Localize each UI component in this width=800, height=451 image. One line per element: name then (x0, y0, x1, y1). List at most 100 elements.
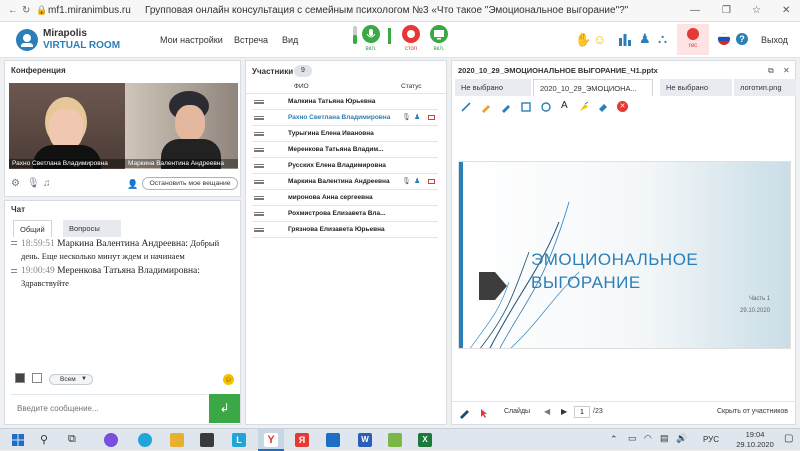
edge-icon[interactable] (138, 433, 152, 447)
video-tile-2[interactable]: Маркина Валентина Андреевна (125, 83, 238, 169)
emoji-icon[interactable]: ☺ (593, 32, 606, 47)
recipient-select[interactable]: Всем ▼ (49, 374, 93, 385)
word-icon[interactable]: W (358, 433, 372, 447)
network-tray-icon[interactable]: ▤ (660, 433, 669, 444)
participant-row[interactable]: Маркина Валентина Андреевна 🎙 ♟ (252, 174, 438, 190)
message-input[interactable] (11, 394, 207, 422)
close-icon[interactable]: ✕ (782, 5, 790, 16)
participant-row[interactable]: Турыгина Елена Ивановна (252, 126, 438, 142)
clear-icon[interactable]: ✕ (617, 101, 628, 112)
drag-handle-icon[interactable] (254, 196, 264, 200)
tab-not-selected-2[interactable]: Не выбрано (660, 79, 732, 96)
drag-handle-icon[interactable] (254, 148, 264, 152)
drag-handle-icon[interactable] (254, 100, 264, 104)
raise-hand-icon[interactable]: ✋ (575, 32, 591, 48)
participant-icon[interactable]: ♟ (639, 31, 651, 47)
fill-icon[interactable] (578, 101, 590, 113)
conference-title: Конференция (11, 66, 66, 75)
highlighter-icon[interactable] (500, 101, 512, 113)
drag-handle-icon[interactable] (254, 116, 264, 120)
folder-icon[interactable] (170, 433, 184, 447)
hide-from-participants[interactable]: Скрыть от участников (717, 408, 788, 415)
store-icon[interactable] (200, 433, 214, 447)
video-tile-1[interactable]: Рахно Светлана Владимировна (9, 83, 125, 169)
tab-questions[interactable]: Вопросы (63, 220, 121, 237)
mic-settings-icon[interactable]: 🎙 (27, 178, 40, 189)
participant-row[interactable]: Русских Елена Владимировна (252, 158, 438, 174)
eraser-icon[interactable] (597, 101, 609, 113)
pointer-pen-icon[interactable] (458, 407, 470, 419)
mic-button[interactable] (362, 25, 380, 43)
mail-icon[interactable] (326, 433, 340, 447)
app-l-icon[interactable]: L (232, 433, 246, 447)
russian-flag-icon[interactable] (718, 33, 730, 45)
drag-handle-icon[interactable] (254, 212, 264, 216)
drag-handle-icon[interactable] (254, 164, 264, 168)
bookmarks-icon[interactable]: ☆ (752, 5, 761, 16)
emoji-picker-icon[interactable]: ☺ (223, 374, 234, 385)
maximize-panel-icon[interactable]: ⧉ (768, 66, 774, 76)
back-arrow-icon[interactable]: ← (8, 5, 18, 16)
close-panel-icon[interactable]: ✕ (783, 66, 790, 75)
drag-handle-icon[interactable] (254, 180, 264, 184)
exit-button[interactable]: Выход (761, 35, 788, 45)
drag-handle-icon[interactable] (254, 228, 264, 232)
participant-row[interactable]: Рахно Светлана Владимировна 🎙 ♟ (252, 110, 438, 126)
alice-icon[interactable] (104, 433, 118, 447)
menu-meeting[interactable]: Встреча (234, 35, 268, 45)
excel-icon[interactable]: X (418, 433, 432, 447)
url-text[interactable]: mf1.miranimbus.ru (48, 5, 131, 16)
participant-row[interactable]: Грязнова Елизавета Юрьевна (252, 222, 438, 238)
menu-my-settings[interactable]: Мои настройки (160, 35, 223, 45)
refresh-icon[interactable]: ↻ (22, 5, 30, 16)
network-icon[interactable]: ⛬ (658, 31, 667, 47)
tab-not-selected-1[interactable]: Не выбрано (455, 79, 531, 96)
menu-view[interactable]: Вид (282, 35, 298, 45)
tray-chevron-icon[interactable]: ⌃ (610, 434, 618, 445)
slides-label[interactable]: Слайды (504, 408, 530, 415)
volume-icon[interactable]: 🔊 (676, 433, 687, 444)
task-view-icon[interactable]: ⧉ (68, 433, 76, 446)
participant-row[interactable]: миронова Анна сергеевна (252, 190, 438, 206)
tab-general[interactable]: Общий (13, 220, 52, 237)
stop-broadcast-button[interactable]: Остановить мое вещание (142, 177, 238, 190)
yandex-browser-icon[interactable]: Y (264, 433, 278, 447)
minimize-icon[interactable]: — (690, 5, 700, 16)
drag-handle-icon[interactable] (254, 132, 264, 136)
participant-row[interactable]: Рохмистрова Елизавета Вла... (252, 206, 438, 222)
maximize-icon[interactable]: ❐ (722, 5, 731, 16)
clock-time[interactable]: 19:04 (735, 430, 775, 439)
pointer-arrow-icon[interactable] (478, 407, 490, 419)
rectangle-icon[interactable] (520, 101, 532, 113)
page-input[interactable] (574, 406, 590, 418)
paint-icon[interactable] (388, 433, 402, 447)
participant-row[interactable]: Меренкова Татьяна Владим... (252, 142, 438, 158)
windows-start-icon[interactable] (12, 434, 24, 446)
stats-icon[interactable] (618, 32, 632, 46)
ellipse-icon[interactable] (540, 101, 552, 113)
tab-logo[interactable]: логотип.png (734, 79, 796, 96)
text-tool-icon[interactable]: A (561, 100, 568, 111)
speaker-icon[interactable]: ♫ (43, 178, 51, 189)
participant-row[interactable]: Малкина Татьяна Юрьевна (252, 94, 438, 110)
yandex-icon[interactable]: Я (295, 433, 309, 447)
language-indicator[interactable]: РУС (703, 435, 719, 444)
next-slide-icon[interactable]: ▶ (561, 407, 567, 416)
notifications-icon[interactable]: ▢ (784, 433, 793, 444)
send-button[interactable]: ↲ (209, 394, 240, 423)
marker-icon[interactable] (480, 101, 492, 113)
battery-icon[interactable]: ▭ (628, 433, 637, 444)
camera-button[interactable] (430, 25, 448, 43)
tab-presentation[interactable]: 2020_10_29_ЭМОЦИОНА... (533, 79, 653, 96)
bg-color-icon[interactable] (32, 373, 42, 383)
clock-date[interactable]: 29.10.2020 (727, 440, 783, 449)
search-icon[interactable]: ⚲ (40, 433, 48, 446)
help-icon[interactable]: ? (736, 33, 748, 45)
stop-button[interactable] (402, 25, 420, 43)
prev-slide-icon[interactable]: ◀ (544, 407, 550, 416)
camera-settings-icon[interactable]: ⚙ (11, 178, 20, 189)
text-color-icon[interactable] (15, 373, 25, 383)
wifi-icon[interactable]: ◠ (644, 433, 652, 444)
record-button[interactable]: rec (677, 24, 709, 55)
pen-icon[interactable] (460, 101, 472, 113)
